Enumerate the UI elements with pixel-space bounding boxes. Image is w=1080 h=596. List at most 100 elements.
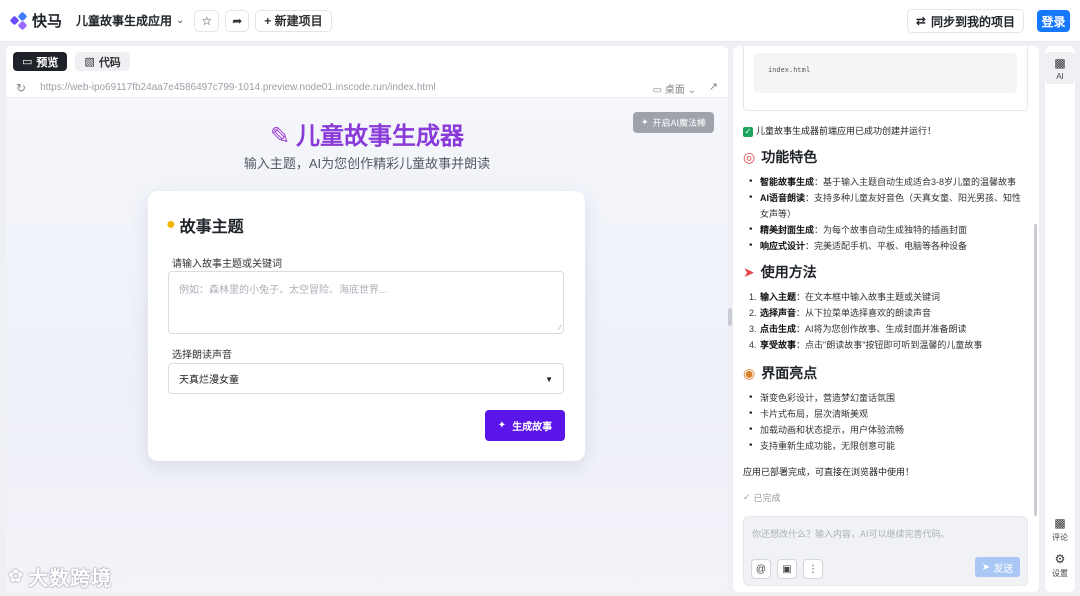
open-external-icon[interactable]: ↗ (709, 80, 718, 93)
chat-input-placeholder: 你还想改什么？输入内容，AI可以继续完善代码。 (752, 529, 950, 539)
resize-grip-icon[interactable]: ∕ (560, 323, 561, 332)
story-topic-card: ● 故事主题 请输入故事主题或关键词 例如：森林里的小兔子、太空冒险、海底世界..… (148, 191, 585, 461)
send-button[interactable]: ➤ 发送 (975, 557, 1020, 577)
rail-settings[interactable]: ⚙ 设置 (1045, 552, 1075, 579)
caret-down-icon: ▼ (545, 375, 553, 384)
list-item: 支持重新生成功能，无限创意可能 (749, 438, 1023, 454)
share-button[interactable]: ➦ (225, 9, 250, 32)
sync-label: 同步到我的项目 (930, 14, 1015, 29)
list-item: 加载动画和状态提示，用户体验流畅 (749, 422, 1023, 438)
rail-comment-label: 评论 (1052, 533, 1068, 542)
panel-splitter-handle[interactable] (728, 308, 732, 326)
refresh-icon[interactable]: ↻ (16, 81, 26, 95)
ui-heading-text: 界面亮点 (761, 365, 818, 381)
generate-story-button[interactable]: ✦ 生成故事 (485, 410, 565, 441)
send-icon: ➤ (981, 561, 991, 573)
final-message: 应用已部署完成，可直接在浏览器中使用！ (743, 467, 915, 477)
checkbox-icon: ✓ (743, 127, 753, 137)
monitor-icon: ▭ (22, 56, 33, 68)
topic-label: 请输入故事主题或关键词 (172, 259, 282, 270)
ui-points-list: 渐变色彩设计，营造梦幻童话氛围 卡片式布局，层次清晰美观 加载动画和状态提示，用… (749, 390, 1023, 454)
check-icon: ✓ (743, 492, 751, 502)
palette-icon: ◉ (743, 364, 756, 381)
tab-preview-label: 预览 (36, 56, 59, 69)
preview-panel: ▭ 预览 ▧ 代码 ↻ https://web-ipo69117fb24aa7e45… (6, 46, 728, 592)
sync-icon: ⇄ (915, 14, 926, 28)
tab-code-label: 代码 (98, 56, 121, 69)
voice-select[interactable]: 天真烂漫女童 ▼ (168, 363, 564, 394)
watermark: ✿ 大数跨境 (8, 562, 112, 591)
list-item: AI语音朗读：支持多种儿童友好音色（天真女童、阳光男孩、知性女声等） (749, 190, 1023, 222)
logo-mark-icon (9, 11, 28, 30)
robot-icon: ▩ (1054, 56, 1066, 70)
success-message: ✓ 儿童故事生成器前端应用已成功创建并运行！ (743, 124, 1025, 137)
watermark-text: 大数跨境 (28, 568, 113, 590)
card-title: ● 故事主题 (166, 213, 244, 237)
chat-scrollbar[interactable] (1034, 224, 1037, 516)
page-subtitle: 输入主题，AI为您创作精彩儿童故事并朗读 (243, 156, 491, 171)
features-heading-text: 功能特色 (761, 149, 818, 165)
rail-settings-label: 设置 (1052, 569, 1068, 578)
logo[interactable]: 快马 (9, 10, 63, 31)
features-heading: ◎ 功能特色 (743, 147, 817, 167)
lightbulb-icon: ● (166, 216, 176, 233)
app-name[interactable]: 儿童故事生成应用 (76, 12, 172, 29)
ui-heading: ◉ 界面亮点 (743, 363, 817, 383)
tab-preview[interactable]: ▭ 预览 (13, 52, 68, 71)
list-item: 精美封面生成：为每个故事自动生成独特的插画封面 (749, 222, 1023, 238)
usage-heading-text: 使用方法 (760, 264, 817, 280)
mention-icon[interactable]: @ (751, 559, 771, 579)
plus-icon: + (264, 13, 275, 28)
rail-ai[interactable]: ▩ AI (1045, 52, 1075, 84)
list-item: 智能故事生成：基于输入主题自动生成适合3-8岁儿童的温馨故事 (749, 174, 1023, 190)
rocket-icon: ➤ (743, 263, 755, 280)
target-icon: ◎ (743, 148, 756, 165)
favorite-button[interactable]: ☆ (194, 9, 220, 32)
done-label: 已完成 (753, 493, 781, 503)
rail-comment[interactable]: ▩ 评论 (1045, 516, 1075, 543)
list-item: 3. 点击生成：AI将为您创作故事、生成封面并准备朗读 (749, 324, 967, 334)
voice-icon[interactable]: ⋮ (803, 559, 823, 579)
topic-textarea[interactable]: 例如：森林里的小兔子、太空冒险、海底世界... ∕ (168, 271, 564, 334)
list-item: 响应式设计：完美适配手机、平板、电脑等各种设备 (749, 238, 1023, 254)
watermark-logo-icon: ✿ (8, 566, 25, 586)
star-icon: ☆ (201, 13, 213, 28)
top-bar: 快马 儿童故事生成应用 ⌄ ☆ ➦ + 新建项目 ⇄ 同步到我的项目 登录 (0, 0, 1080, 42)
done-status: ✓ 已完成 (743, 491, 781, 504)
share-icon: ➦ (232, 13, 243, 28)
sync-project-button[interactable]: ⇄ 同步到我的项目 (906, 9, 1024, 33)
app-preview: ✦ 开启AI魔法棒 ✎ 儿童故事生成器 输入主题，AI为您创作精彩儿童故事并朗读 ●… (6, 98, 728, 592)
right-rail: ▩ AI ▩ 评论 ⚙ 设置 (1045, 46, 1075, 592)
url-bar: ↻ https://web-ipo69117fb24aa7e4586497c79… (6, 78, 728, 98)
device-selector[interactable]: ▭ 桌面 ⌄ (653, 81, 696, 96)
gear-icon: ⚙ (1054, 552, 1066, 566)
preview-url[interactable]: https://web-ipo69117fb24aa7e4586497c799-… (40, 82, 436, 93)
list-item: 卡片式布局，层次清晰美观 (749, 406, 1023, 422)
code-snippet: index.html (743, 46, 1028, 111)
new-project-label: 新建项目 (274, 14, 323, 28)
success-text: 儿童故事生成器前端应用已成功创建并运行！ (756, 126, 937, 136)
tab-code[interactable]: ▧ 代码 (75, 52, 130, 71)
code-snippet-body: index.html (754, 53, 1017, 93)
list-item: 渐变色彩设计，营造梦幻童话氛围 (749, 390, 1023, 406)
login-button[interactable]: 登录 (1037, 10, 1070, 32)
chat-tools: @ ▣ ⋮ (751, 559, 823, 579)
image-icon[interactable]: ▣ (777, 559, 797, 579)
card-title-text: 故事主题 (179, 219, 244, 236)
chevron-down-icon[interactable]: ⌄ (176, 15, 184, 26)
page-title-text: 儿童故事生成器 (296, 123, 465, 150)
list-item: 2. 选择声音：从下拉菜单选择喜欢的朗读声音 (749, 308, 932, 318)
preview-tabs: ▭ 预览 ▧ 代码 (13, 52, 130, 71)
voice-value: 天真烂漫女童 (179, 375, 239, 386)
usage-list: 1. 输入主题：在文本框中输入故事主题或关键词 2. 选择声音：从下拉菜单选择喜欢的… (749, 289, 1023, 353)
list-item: 4. 享受故事：点击"朗读故事"按钮即可听到温馨的儿童故事 (749, 340, 983, 350)
features-list: 智能故事生成：基于输入主题自动生成适合3-8岁儿童的温馨故事 AI语音朗读：支持… (749, 174, 1023, 254)
magic-icon: ✦ (497, 420, 507, 431)
pencil-icon: ✎ (269, 123, 291, 150)
page-title: ✎ 儿童故事生成器 (6, 116, 728, 151)
send-label: 发送 (993, 563, 1014, 575)
chat-input-box[interactable]: 你还想改什么？输入内容，AI可以继续完善代码。 @ ▣ ⋮ ➤ 发送 (743, 516, 1028, 586)
code-icon: ▧ (84, 56, 95, 68)
new-project-button[interactable]: + 新建项目 (255, 9, 332, 32)
logo-text: 快马 (32, 13, 63, 30)
